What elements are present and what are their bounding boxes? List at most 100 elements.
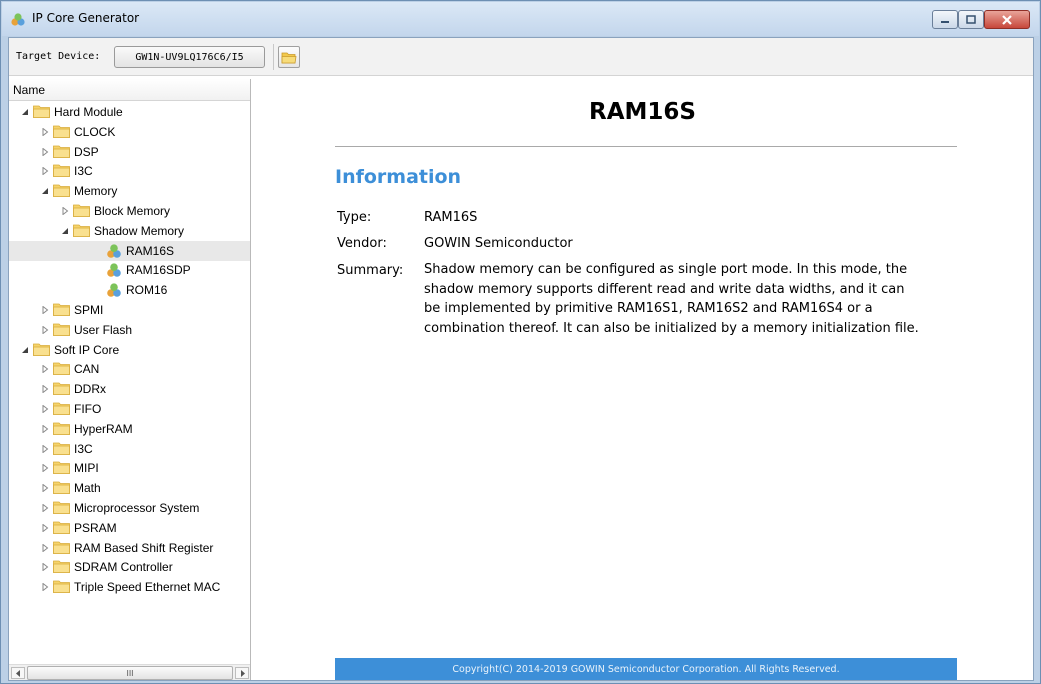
tree-item-triple-speed-ethernet-mac[interactable]: Triple Speed Ethernet MAC (9, 577, 250, 597)
tree-item-label: CLOCK (74, 124, 116, 139)
arrow-left-icon (15, 669, 20, 677)
tree-item-i3c[interactable]: I3C (9, 161, 250, 181)
open-folder-button[interactable] (278, 46, 300, 68)
tree-item-microprocessor-system[interactable]: Microprocessor System (9, 498, 250, 518)
collapsed-arrow-icon[interactable] (41, 444, 49, 453)
summary-line: shadow memory supports different read an… (424, 281, 905, 297)
folder-icon (53, 145, 70, 158)
collapsed-arrow-icon[interactable] (41, 543, 49, 552)
folder-icon (53, 580, 70, 594)
tree-item-label: Triple Speed Ethernet MAC (74, 580, 221, 595)
tree-item-hyperram[interactable]: HyperRAM (9, 419, 250, 439)
tree-item-clock[interactable]: CLOCK (9, 122, 250, 142)
summary-value: Shadow memory can be configured as singl… (424, 260, 954, 338)
tree-item-hard-module[interactable]: Hard Module (9, 102, 250, 122)
folder-icon (53, 303, 70, 316)
client-area: Target Device: GW1N-UV9LQ176C6/I5 Name H… (8, 37, 1034, 681)
scrollbar-thumb[interactable]: III (27, 666, 233, 680)
target-device-button[interactable]: GW1N-UV9LQ176C6/I5 (114, 46, 265, 68)
type-value: RAM16S (424, 210, 478, 225)
minimize-button[interactable] (932, 10, 958, 29)
collapsed-arrow-icon[interactable] (41, 127, 49, 136)
tree-column-header[interactable]: Name (9, 79, 250, 101)
tree-item-i3c[interactable]: I3C (9, 439, 250, 459)
tree-item-ram-based-shift-register[interactable]: RAM Based Shift Register (9, 538, 250, 558)
collapsed-arrow-icon[interactable] (41, 523, 49, 532)
type-label: Type: (337, 210, 372, 225)
collapsed-arrow-icon[interactable] (41, 464, 49, 473)
expanded-arrow-icon[interactable] (21, 108, 29, 116)
collapsed-arrow-icon[interactable] (41, 583, 49, 592)
tree-item-math[interactable]: Math (9, 478, 250, 498)
collapsed-arrow-icon[interactable] (41, 325, 49, 334)
tree-item-ram16s[interactable]: RAM16S (9, 240, 250, 261)
tree-item-label: FIFO (74, 402, 102, 416)
collapsed-arrow-icon[interactable] (41, 306, 49, 314)
target-device-label: Target Device: (16, 51, 101, 62)
tree-item-label: User Flash (74, 322, 133, 337)
tree-item-mipi[interactable]: MIPI (9, 458, 250, 478)
tree-item-label: RAM16S (126, 243, 175, 258)
ip-core-icon (106, 282, 122, 298)
collapsed-arrow-icon[interactable] (41, 167, 49, 176)
ip-title: RAM16S (589, 99, 696, 125)
tree-item-can[interactable]: CAN (9, 359, 250, 379)
folder-icon (53, 481, 70, 495)
title-bar[interactable]: IP Core Generator (2, 2, 1039, 36)
tree-item-label: PSRAM (74, 520, 117, 535)
collapsed-arrow-icon[interactable] (41, 484, 49, 493)
expanded-arrow-icon[interactable] (21, 346, 29, 354)
ip-info-panel: RAM16S Information Type: RAM16S Vendor: … (252, 79, 1033, 680)
expanded-arrow-icon[interactable] (41, 187, 49, 195)
toolbar-separator (273, 44, 274, 70)
folder-icon (53, 461, 70, 475)
tree-item-label: I3C (74, 441, 93, 456)
information-heading: Information (335, 166, 462, 188)
horizontal-scrollbar[interactable]: III (9, 664, 250, 680)
folder-icon (53, 164, 70, 178)
collapsed-arrow-icon[interactable] (41, 563, 49, 572)
tree-item-ram16sdp[interactable]: RAM16SDP (9, 260, 250, 280)
folder-icon (33, 105, 50, 118)
tree-item-rom16[interactable]: ROM16 (9, 280, 250, 300)
arrow-right-icon (240, 669, 245, 677)
tree-item-label: Hard Module (54, 105, 123, 119)
tree-item-label: Math (74, 481, 101, 496)
scroll-left-button[interactable] (11, 667, 25, 679)
maximize-button[interactable] (958, 10, 984, 29)
tree-item-label: DSP (74, 144, 99, 159)
collapsed-arrow-icon[interactable] (61, 207, 69, 215)
summary-line: combination thereof. It can also be init… (424, 320, 919, 336)
collapsed-arrow-icon[interactable] (41, 385, 49, 394)
tree-item-ddrx[interactable]: DDRx (9, 379, 250, 399)
scroll-right-button[interactable] (235, 667, 249, 679)
app-window: IP Core Generator Target Device: GW1N-UV… (0, 0, 1041, 684)
collapsed-arrow-icon[interactable] (41, 424, 49, 433)
tree-item-sdram-controller[interactable]: SDRAM Controller (9, 557, 250, 577)
tree-item-label: ROM16 (126, 283, 168, 298)
vendor-label: Vendor: (337, 236, 387, 251)
folder-open-icon (281, 52, 297, 63)
close-button[interactable] (984, 10, 1030, 29)
tree-item-spmi[interactable]: SPMI (9, 300, 250, 320)
tree-item-label: DDRx (74, 382, 106, 397)
tree-item-fifo[interactable]: FIFO (9, 399, 250, 419)
tree-item-soft-ip-core[interactable]: Soft IP Core (9, 340, 250, 360)
tree-item-block-memory[interactable]: Block Memory (9, 201, 250, 221)
tree-item-memory[interactable]: Memory (9, 181, 250, 201)
expanded-arrow-icon[interactable] (61, 227, 69, 235)
tree-item-shadow-memory[interactable]: Shadow Memory (9, 221, 250, 241)
collapsed-arrow-icon[interactable] (41, 405, 49, 413)
collapsed-arrow-icon[interactable] (41, 147, 49, 156)
tree-item-psram[interactable]: PSRAM (9, 518, 250, 538)
tree-item-label: SPMI (74, 303, 104, 317)
tree-item-label: Microprocessor System (74, 501, 200, 515)
collapsed-arrow-icon[interactable] (41, 365, 49, 374)
tree-item-label: Shadow Memory (94, 223, 185, 238)
summary-line: Shadow memory can be configured as singl… (424, 262, 908, 277)
tree-item-dsp[interactable]: DSP (9, 142, 250, 162)
tree-item-user-flash[interactable]: User Flash (9, 320, 250, 340)
title-divider (335, 146, 957, 147)
collapsed-arrow-icon[interactable] (41, 504, 49, 512)
copyright-footer: Copyright(C) 2014-2019 GOWIN Semiconduct… (335, 658, 957, 680)
